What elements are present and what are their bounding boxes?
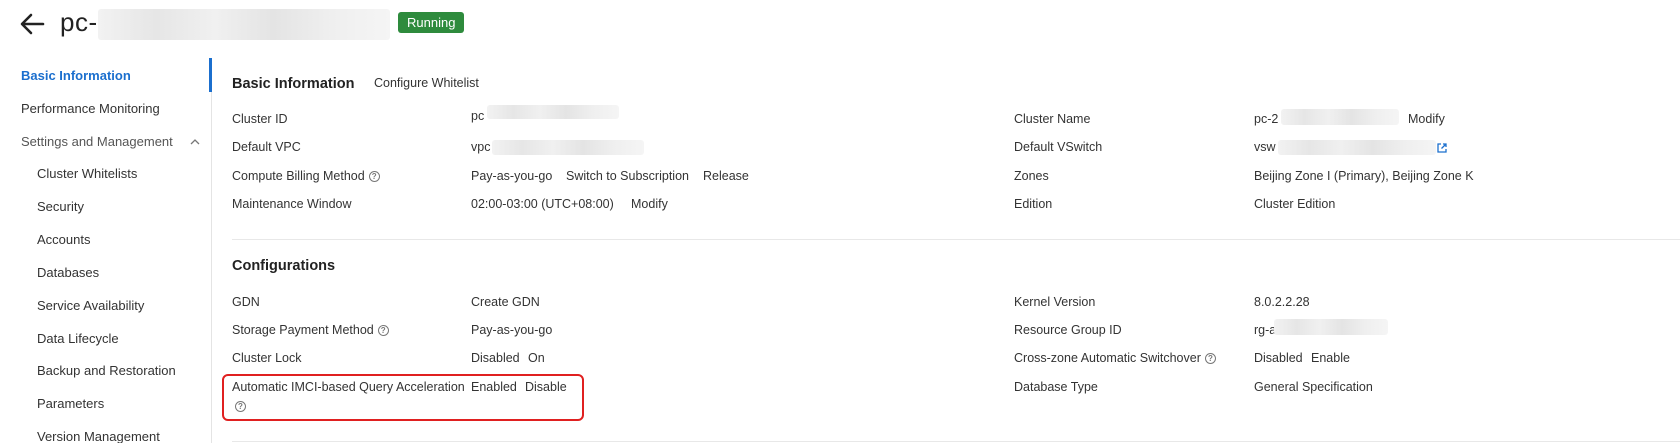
cluster-lock-value: Disabled [471,351,520,365]
cluster-name-value: pc-2 [1254,112,1279,126]
section-divider-bottom [232,441,1680,442]
release-link[interactable]: Release [703,169,749,183]
database-type-value: General Specification [1254,380,1373,394]
chevron-up-icon[interactable] [189,136,201,148]
billing-method-value: Pay-as-you-go [471,169,553,183]
database-type-label: Database Type [1014,380,1098,394]
cluster-id-label: Cluster ID [232,112,288,126]
edition-value: Cluster Edition [1254,197,1336,211]
sidebar-item-version-management[interactable]: Version Management [37,429,160,443]
page-title: pc- [60,7,98,37]
cluster-lock-on-link[interactable]: On [528,351,545,365]
billing-method-label: Compute Billing Method? [232,169,380,183]
arrow-left-icon[interactable] [18,10,46,38]
cluster-id-value: pc [471,109,485,123]
section-title-configurations: Configurations [232,258,336,274]
kernel-version-value: 8.0.2.2.28 [1254,295,1310,309]
redacted-cluster-id [98,9,390,40]
sidebar-item-service-availability[interactable]: Service Availability [37,298,144,313]
configure-whitelist-link[interactable]: Configure Whitelist [374,76,479,90]
crosszone-switchover-value: Disabled [1254,351,1303,365]
cluster-name-label: Cluster Name [1014,112,1091,126]
sidebar-item-parameters[interactable]: Parameters [37,396,104,411]
gdn-label: GDN [232,295,260,309]
maintenance-window-label: Maintenance Window [232,197,352,211]
zones-label: Zones [1014,169,1049,183]
crosszone-switchover-label: Cross-zone Automatic Switchover? [1014,351,1216,365]
edition-label: Edition [1014,197,1053,211]
default-vpc-link[interactable]: vpc [471,140,490,154]
crosszone-enable-link[interactable]: Enable [1311,351,1350,365]
sidebar-item-databases[interactable]: Databases [37,265,99,280]
resource-group-value: rg-a [1254,323,1277,337]
zones-value: Beijing Zone I (Primary), Beijing Zone K [1254,169,1474,183]
sidebar-item-basic-information[interactable]: Basic Information [21,68,131,83]
external-link-icon[interactable] [1437,143,1447,153]
cluster-lock-label: Cluster Lock [232,351,302,365]
default-vpc-label: Default VPC [232,140,301,154]
redacted-cluster-id-value [487,105,619,119]
redacted-vswitch-value [1278,140,1436,155]
sidebar: Basic Information Performance Monitoring… [0,58,212,443]
redacted-cluster-name [1281,109,1399,125]
maintenance-window-value: 02:00-03:00 (UTC+08:00) [471,197,614,211]
kernel-version-label: Kernel Version [1014,295,1096,309]
sidebar-item-performance-monitoring[interactable]: Performance Monitoring [21,101,160,116]
default-vswitch-label: Default VSwitch [1014,140,1103,154]
status-badge: Running [398,12,465,33]
sidebar-item-data-lifecycle[interactable]: Data Lifecycle [37,331,119,346]
maintenance-modify-link[interactable]: Modify [631,197,668,211]
cluster-name-modify-link[interactable]: Modify [1408,112,1445,126]
sidebar-item-cluster-whitelists[interactable]: Cluster Whitelists [37,166,137,181]
sidebar-item-accounts[interactable]: Accounts [37,232,90,247]
sidebar-item-security[interactable]: Security [37,199,84,214]
section-divider [232,239,1680,240]
help-circle-icon[interactable]: ? [1204,353,1216,365]
help-circle-icon[interactable]: ? [368,171,380,183]
redacted-resource-group [1274,319,1388,335]
resource-group-label: Resource Group ID [1014,323,1122,337]
default-vswitch-link[interactable]: vsw [1254,140,1276,154]
sidebar-group-settings-management[interactable]: Settings and Management [21,134,173,149]
create-gdn-link[interactable]: Create GDN [471,295,540,309]
storage-payment-label: Storage Payment Method? [232,323,389,337]
page-header: pc- Running [0,0,1680,48]
help-circle-icon[interactable]: ? [377,325,389,337]
section-title-basic-information: Basic Information [232,76,355,92]
switch-subscription-link[interactable]: Switch to Subscription [566,169,689,183]
sidebar-item-backup-restoration[interactable]: Backup and Restoration [37,363,176,378]
highlight-box [222,374,584,421]
sidebar-active-indicator [209,58,212,92]
redacted-vpc-value [492,140,644,155]
storage-payment-value: Pay-as-you-go [471,323,553,337]
